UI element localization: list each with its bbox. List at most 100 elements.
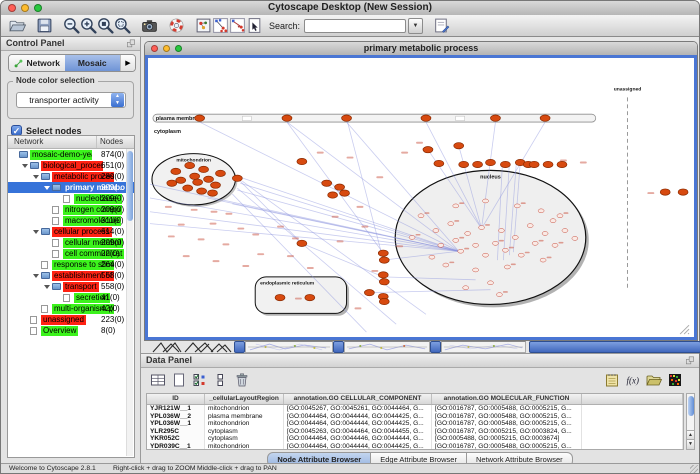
network-node[interactable] (282, 115, 292, 121)
annotation-icon[interactable] (246, 17, 263, 34)
network-edge[interactable] (302, 243, 383, 277)
tree-row[interactable]: transport558(0) (8, 281, 134, 292)
table-row[interactable]: YPL036W__1mitochondrion[GO:0044464, GO:0… (147, 420, 683, 428)
network-node[interactable] (459, 161, 469, 167)
export-image-icon[interactable] (141, 17, 158, 34)
network-node[interactable] (297, 240, 307, 246)
network-node[interactable] (433, 229, 439, 233)
network-node[interactable] (660, 189, 670, 195)
network-node[interactable] (216, 170, 226, 176)
network-node[interactable] (204, 176, 214, 182)
tree-row[interactable]: nucleobase-209(0) (8, 193, 134, 204)
network-node[interactable] (527, 224, 533, 228)
table-scrollbar[interactable]: ▲ ▼ (686, 393, 695, 450)
tree-row[interactable]: establishment of lo558(0) (8, 270, 134, 281)
network-node[interactable] (378, 250, 388, 256)
network-node[interactable] (463, 286, 469, 290)
float-panel-icon[interactable] (126, 39, 136, 48)
network-node[interactable] (542, 232, 548, 236)
tree-row[interactable]: metabolic process280(0) (8, 171, 134, 182)
network-node[interactable] (465, 232, 471, 236)
table-row[interactable]: YLR295Ccytoplasm[GO:0045263, GO:0044464,… (147, 428, 683, 436)
network-node[interactable] (232, 175, 242, 181)
network-node[interactable] (342, 115, 352, 121)
network-node[interactable] (540, 258, 546, 262)
network-node[interactable] (678, 189, 688, 195)
save-session-icon[interactable] (36, 17, 53, 34)
network-node[interactable] (492, 241, 498, 245)
network-node[interactable] (434, 160, 444, 166)
tree-expand-arrow-icon[interactable] (33, 230, 39, 234)
attribute-matrix-icon[interactable] (667, 372, 683, 388)
table-row[interactable]: YPL036W__2plasma membrane[GO:0044464, GO… (147, 413, 683, 421)
tree-row[interactable]: response to stimulu264(0) (8, 259, 134, 270)
node-color-dropdown[interactable]: transporter activity ▲▼ (16, 92, 126, 108)
zoom-out-icon[interactable] (63, 17, 80, 34)
tree-row[interactable]: biological_process651(0) (8, 160, 134, 171)
table-column-header[interactable]: annotation.GO CELLULAR_COMPONENT (284, 394, 432, 404)
canvas-resize-grip[interactable] (680, 325, 689, 334)
network-node[interactable] (379, 298, 389, 304)
network-node[interactable] (498, 229, 504, 233)
network-node[interactable] (496, 293, 502, 297)
function-builder-icon[interactable]: f(x) (625, 372, 641, 388)
unselect-attributes-icon[interactable] (213, 372, 229, 388)
network-node[interactable] (171, 168, 181, 174)
network-node[interactable] (409, 235, 415, 239)
network-node[interactable] (453, 238, 459, 242)
open-file-icon[interactable] (9, 17, 26, 34)
vizmapper-icon[interactable] (195, 17, 212, 34)
network-node[interactable] (453, 204, 459, 208)
tree-row[interactable]: multi-organism pro42(0) (8, 303, 134, 314)
network-node[interactable] (538, 209, 544, 213)
network-edge[interactable] (347, 118, 384, 260)
float-panel-icon[interactable] (685, 356, 695, 365)
tree-row[interactable]: primary metabol209(... (8, 182, 134, 193)
tree-expand-arrow-icon[interactable] (33, 274, 39, 278)
network-canvas[interactable]: plasma membranecytoplasmmitochondrionend… (145, 55, 697, 340)
create-attribute-icon[interactable] (171, 372, 187, 388)
network-node[interactable] (543, 161, 553, 167)
tree-row[interactable]: Overview8(0) (8, 325, 134, 336)
zoom-selected-region-icon[interactable] (114, 17, 131, 34)
tree-row[interactable]: cellular metabol209(0) (8, 237, 134, 248)
network-node[interactable] (550, 219, 556, 223)
network-node[interactable] (197, 188, 207, 194)
network-node[interactable] (199, 166, 209, 172)
network-node[interactable] (504, 265, 510, 269)
search-config-icon[interactable] (433, 17, 450, 34)
network-node[interactable] (514, 204, 520, 208)
network-node[interactable] (423, 147, 433, 153)
tree-row[interactable]: secretion41(0) (8, 292, 134, 303)
network-node[interactable] (195, 115, 205, 121)
tab-mosaic[interactable]: Mosaic (65, 55, 121, 71)
network-node[interactable] (379, 257, 389, 263)
network-node[interactable] (529, 161, 539, 167)
network-node[interactable] (208, 190, 218, 196)
network-node[interactable] (275, 294, 285, 300)
network-node[interactable] (167, 180, 177, 186)
network-node[interactable] (448, 222, 454, 226)
network-node[interactable] (488, 281, 494, 285)
network-node[interactable] (473, 243, 479, 247)
paste-network-style-icon[interactable] (229, 17, 246, 34)
search-input[interactable] (304, 19, 406, 33)
background-windows[interactable] (144, 341, 699, 353)
network-node[interactable] (193, 179, 203, 185)
network-node[interactable] (438, 243, 444, 247)
network-node[interactable] (176, 177, 186, 183)
network-node[interactable] (483, 199, 489, 203)
network-node[interactable] (378, 272, 388, 278)
network-node[interactable] (322, 180, 332, 186)
select-attributes-icon[interactable] (192, 372, 208, 388)
tree-expand-arrow-icon[interactable] (22, 164, 28, 168)
tree-scrollbar[interactable] (126, 149, 133, 456)
network-node[interactable] (562, 229, 568, 233)
table-column-header[interactable]: _cellularLayoutRegion (205, 394, 284, 404)
network-node[interactable] (483, 253, 489, 257)
table-row[interactable]: YDR039C__1mitochondrion[GO:0044464, GO:0… (147, 443, 683, 450)
copy-network-style-icon[interactable] (212, 17, 229, 34)
network-window-titlebar[interactable]: primary metabolic process (145, 42, 697, 56)
search-dropdown-icon[interactable]: ▼ (408, 18, 423, 34)
network-node[interactable] (297, 158, 307, 164)
